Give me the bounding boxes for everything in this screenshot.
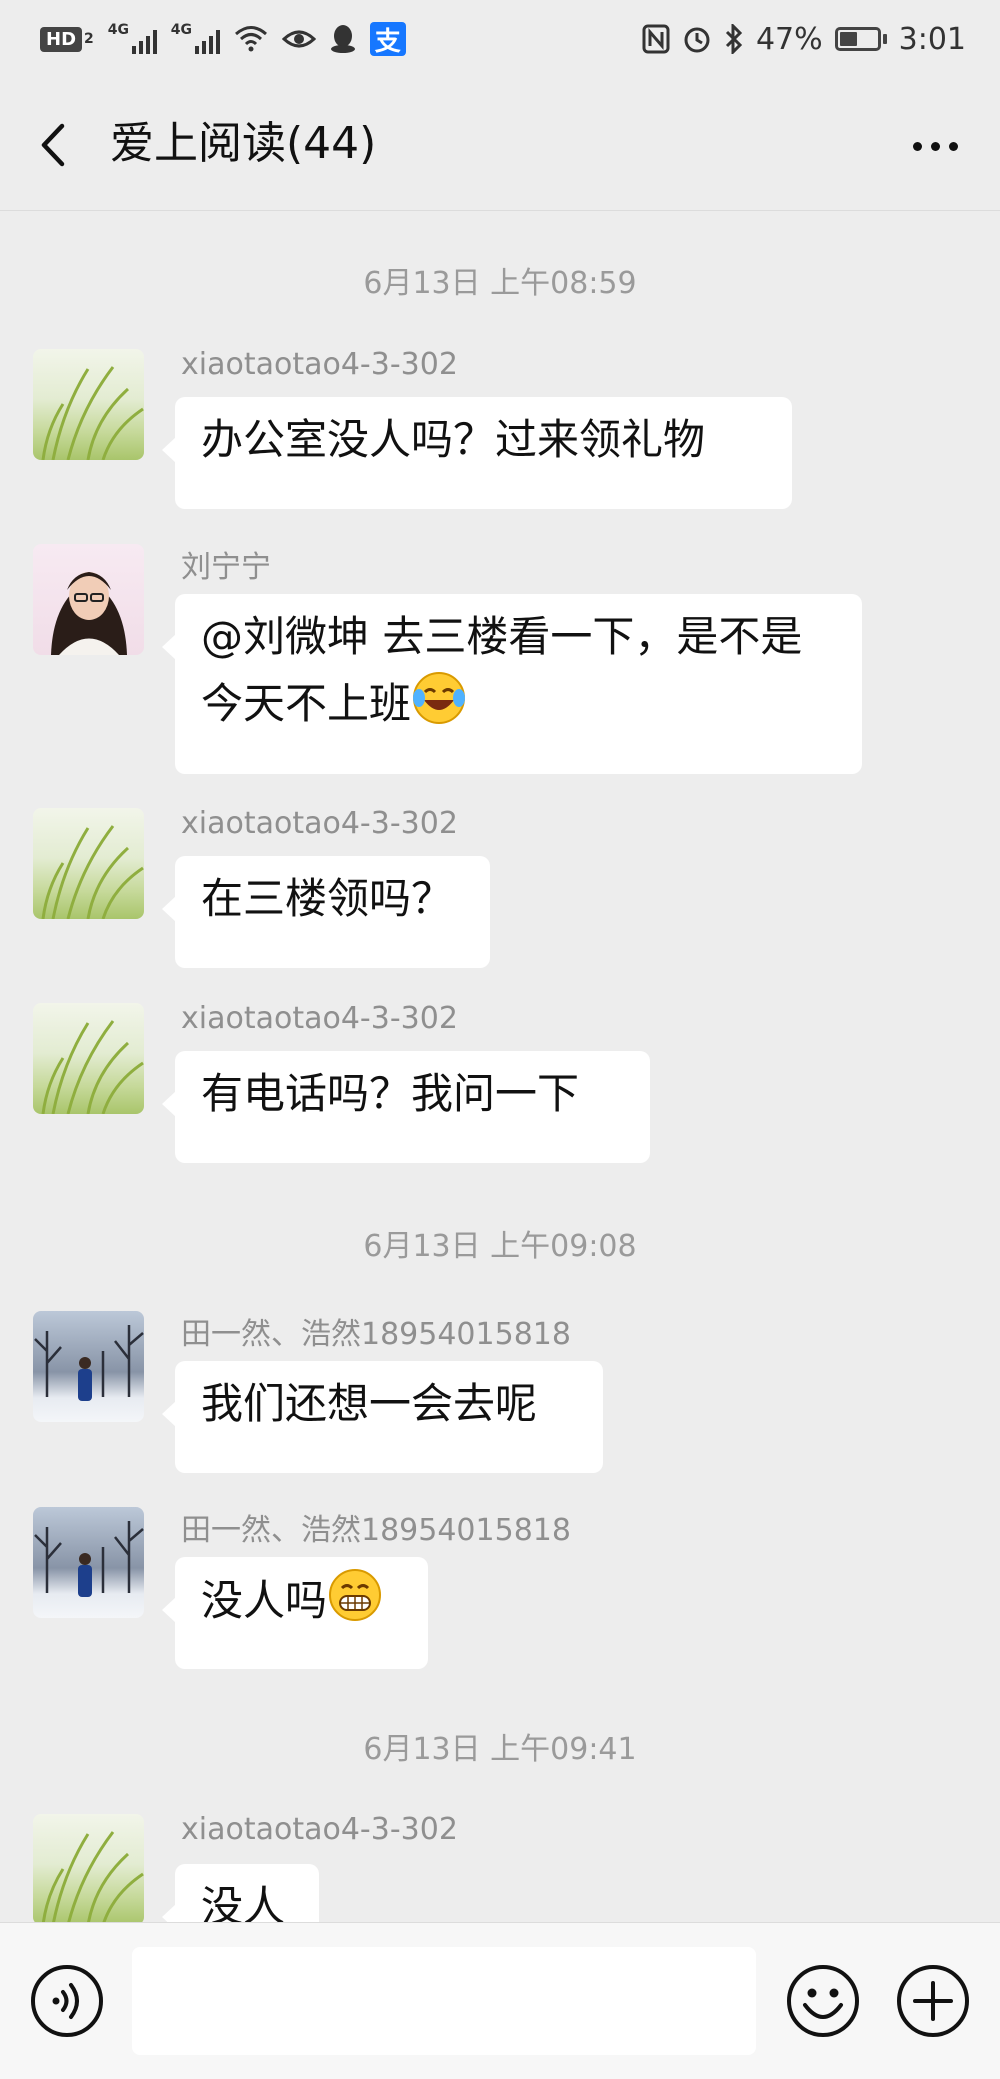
sender-name: xiaotaotao4-3-302 bbox=[181, 1001, 458, 1036]
battery-percent: 47% bbox=[755, 21, 823, 57]
more-functions-button[interactable] bbox=[895, 1963, 971, 2039]
battery-icon bbox=[834, 27, 887, 51]
status-left-icons: HD 2 4G 4G 支 bbox=[40, 20, 406, 58]
nfc-icon bbox=[642, 20, 670, 58]
signal-icon-2: 4G bbox=[171, 22, 220, 54]
avatar[interactable] bbox=[33, 1311, 144, 1422]
timestamp: 6月13日 上午09:08 bbox=[363, 1229, 637, 1264]
sender-name: 田一然、浩然18954015818 bbox=[181, 1513, 571, 1548]
timestamp: 6月13日 上午08:59 bbox=[363, 266, 637, 301]
sender-name: xiaotaotao4-3-302 bbox=[181, 1812, 458, 1847]
status-bar: HD 2 4G 4G 支 47% 3:01 bbox=[0, 0, 1000, 80]
chevron-left-icon bbox=[41, 123, 65, 167]
sender-name: xiaotaotao4-3-302 bbox=[181, 806, 458, 841]
avatar[interactable] bbox=[33, 544, 144, 655]
avatar[interactable] bbox=[33, 1507, 144, 1618]
message-text: 有电话吗？我问一下 bbox=[201, 1069, 580, 1118]
sender-name: 刘宁宁 bbox=[181, 550, 271, 585]
chat-list[interactable]: 6月13日 上午08:59 xiaotaotao4-3-302 办公室没人吗？过… bbox=[0, 211, 1000, 1922]
page-title: 爱上阅读(44) bbox=[110, 118, 377, 169]
alipay-icon: 支 bbox=[369, 22, 406, 57]
message-bubble[interactable]: 在三楼领吗？ bbox=[162, 856, 490, 968]
message-bubble[interactable]: 没人 bbox=[162, 1864, 319, 1922]
input-bar bbox=[0, 1922, 1000, 2079]
alarm-icon bbox=[682, 20, 712, 58]
message-bubble[interactable]: 没人吗 bbox=[162, 1557, 428, 1669]
eye-icon bbox=[281, 20, 316, 58]
message-text: 我们还想一会去呢 bbox=[201, 1379, 538, 1428]
dot bbox=[912, 141, 922, 151]
message-text: 办公室没人吗？过来领礼物 bbox=[201, 415, 706, 464]
voice-icon bbox=[31, 1965, 103, 2037]
signal-icon: 4G bbox=[108, 22, 157, 54]
back-button[interactable] bbox=[28, 110, 88, 180]
sender-name: 田一然、浩然18954015818 bbox=[181, 1317, 571, 1352]
dot bbox=[930, 141, 940, 151]
message-bubble[interactable]: 我们还想一会去呢 bbox=[162, 1361, 603, 1473]
voice-button[interactable] bbox=[29, 1963, 105, 2039]
smiley-icon bbox=[787, 1965, 859, 2037]
dot bbox=[948, 141, 958, 151]
hd-icon: HD 2 bbox=[40, 20, 94, 58]
message-input[interactable] bbox=[132, 1947, 756, 2055]
tears-of-joy-emoji bbox=[411, 670, 467, 745]
avatar[interactable] bbox=[33, 808, 144, 919]
bluetooth-icon bbox=[724, 20, 744, 58]
message-bubble[interactable]: 办公室没人吗？过来领礼物 bbox=[162, 397, 792, 509]
status-right-icons: 47% 3:01 bbox=[642, 20, 966, 58]
sender-name: xiaotaotao4-3-302 bbox=[181, 347, 458, 382]
qq-icon bbox=[330, 20, 356, 58]
plus-icon bbox=[897, 1965, 969, 2037]
more-options-button[interactable] bbox=[900, 116, 970, 176]
timestamp: 6月13日 上午09:41 bbox=[363, 1732, 637, 1767]
message-text: 没人吗 bbox=[201, 1576, 328, 1625]
clock: 3:01 bbox=[898, 21, 966, 57]
message-bubble[interactable]: 有电话吗？我问一下 bbox=[162, 1051, 650, 1163]
avatar[interactable] bbox=[33, 1814, 144, 1922]
message-text: 没人 bbox=[201, 1882, 286, 1922]
chat-header: 爱上阅读(44) bbox=[0, 80, 1000, 211]
wifi-icon bbox=[234, 20, 268, 58]
message-text: 在三楼领吗？ bbox=[201, 874, 454, 923]
emoji-button[interactable] bbox=[785, 1963, 861, 2039]
avatar[interactable] bbox=[33, 349, 144, 460]
grin-emoji bbox=[327, 1567, 383, 1642]
message-text: @刘微坤 去三楼看一下，是不是今天不上班 bbox=[201, 612, 803, 728]
avatar[interactable] bbox=[33, 1003, 144, 1114]
message-bubble[interactable]: @刘微坤 去三楼看一下，是不是今天不上班 bbox=[162, 594, 862, 774]
